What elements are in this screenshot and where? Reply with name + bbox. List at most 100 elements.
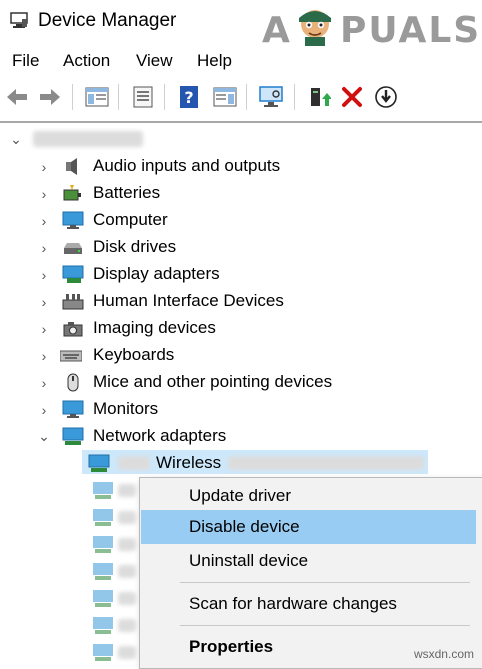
chevron-right-icon[interactable]: › [37,207,51,234]
monitor-icon [62,211,84,229]
toolbar-separator [294,84,295,110]
scan-hardware-icon[interactable] [258,84,284,110]
chevron-right-icon[interactable]: › [37,261,51,288]
menu-item-label: Properties [189,637,274,656]
tree-category-disk-drives[interactable]: › Disk drives [0,234,482,261]
chevron-down-icon[interactable]: ⌄ [37,423,51,450]
menu-separator [180,625,470,626]
camera-icon [63,322,83,337]
tree-category-label: Mice and other pointing devices [93,372,333,391]
menu-view[interactable]: View [136,51,173,71]
menu-item-scan-hardware[interactable]: Scan for hardware changes [141,587,476,621]
disk-drive-icon [64,243,82,254]
chevron-right-icon[interactable]: › [37,180,51,207]
toolbar-separator [164,84,165,110]
keyboard-icon [60,350,82,362]
window-title: Device Manager [38,10,177,31]
chevron-right-icon[interactable]: › [37,342,51,369]
update-driver-icon[interactable] [306,84,332,110]
toolbar-separator [72,84,73,110]
tree-category-label: Audio inputs and outputs [93,156,281,175]
adapter-name-redacted [118,484,136,497]
network-adapter-icon [93,644,113,661]
tree-category-hid[interactable]: › Human Interface Devices [0,288,482,315]
console-tree-icon[interactable] [84,84,110,110]
chevron-right-icon[interactable]: › [37,288,51,315]
back-arrow-icon[interactable] [4,84,30,110]
adapter-name-redacted [118,646,136,659]
tree-category-label: Network adapters [93,426,227,445]
menu-action[interactable]: Action [63,51,110,71]
menu-help[interactable]: Help [197,51,232,71]
device-manager-icon [10,12,28,28]
tree-category-monitors[interactable]: › Monitors [0,396,482,423]
watermark: wsxdn.com [413,647,474,661]
context-menu: Update driver Disable device Uninstall d… [139,477,482,669]
tree-category-imaging[interactable]: › Imaging devices [0,315,482,342]
disable-icon[interactable] [373,84,399,110]
properties-sheet-icon[interactable] [130,84,156,110]
network-adapter-icon [93,536,113,553]
menu-separator [180,582,470,583]
menu-bar: File Action View Help [0,48,482,74]
tree-category-label: Batteries [93,183,161,202]
menu-item-label: Disable device [189,517,300,536]
menu-file[interactable]: File [12,51,39,71]
chevron-right-icon[interactable]: › [37,369,51,396]
chevron-right-icon[interactable]: › [37,234,51,261]
adapter-name-redacted [118,619,136,632]
tree-root[interactable]: ⌄ [0,126,482,153]
logo-mascot-icon [299,10,331,46]
speaker-icon [66,158,77,175]
menu-item-update-driver[interactable]: Update driver [141,479,476,513]
adapter-name-redacted [118,538,136,551]
tree-category-computer[interactable]: › Computer [0,207,482,234]
adapter-vendor-redacted [118,456,150,470]
chevron-right-icon[interactable]: › [37,396,51,423]
network-adapter-icon [93,590,113,607]
tree-category-label: Monitors [93,399,159,418]
display-adapter-icon [62,265,84,283]
logo-letter-a: A [262,10,292,51]
mouse-icon [67,373,79,392]
monitor-icon [62,400,84,418]
network-adapter-icon [93,563,113,580]
tree-item-wireless-adapter[interactable]: Wireless [0,450,482,477]
network-adapter-icon [93,617,113,634]
forward-arrow-icon[interactable] [37,84,63,110]
tree-category-audio[interactable]: › Audio inputs and outputs [0,153,482,180]
chevron-right-icon[interactable]: › [37,315,51,342]
tree-category-label: Human Interface Devices [93,291,284,310]
adapter-name-redacted [118,565,136,578]
tree-category-batteries[interactable]: › Batteries [0,180,482,207]
toolbar-separator [118,84,119,110]
help-icon[interactable]: ? [176,84,202,110]
adapter-name-redacted [118,511,136,524]
tree-category-label: Display adapters [93,264,220,283]
menu-item-uninstall-device[interactable]: Uninstall device [141,544,476,578]
computer-name-redacted [33,131,143,147]
battery-icon [63,185,81,201]
tree-category-keyboards[interactable]: › Keyboards [0,342,482,369]
svg-text:?: ? [184,88,193,107]
tree-category-mice[interactable]: › Mice and other pointing devices [0,369,482,396]
toolbar: ? [0,80,482,114]
network-adapter-icon [62,427,84,445]
tree-category-label: Disk drives [93,237,177,256]
logo-text: PUALS [340,10,482,51]
network-adapter-icon [93,482,113,499]
menu-item-disable-device[interactable]: Disable device [141,510,476,544]
appuals-logo: A PUALS [262,4,479,51]
chevron-down-icon[interactable]: ⌄ [9,126,23,153]
tree-category-label: Keyboards [93,345,175,364]
toolbar-divider [0,121,482,123]
action-pane-icon[interactable] [212,84,238,110]
menu-item-label: Uninstall device [189,551,309,570]
tree-category-network-adapters[interactable]: ⌄ Network adapters [0,423,482,450]
uninstall-icon[interactable] [339,84,365,110]
chevron-right-icon[interactable]: › [37,153,51,180]
menu-item-label: Scan for hardware changes [189,594,397,613]
tree-category-display-adapters[interactable]: › Display adapters [0,261,482,288]
network-adapter-icon [88,454,110,472]
network-adapter-icon [93,509,113,526]
